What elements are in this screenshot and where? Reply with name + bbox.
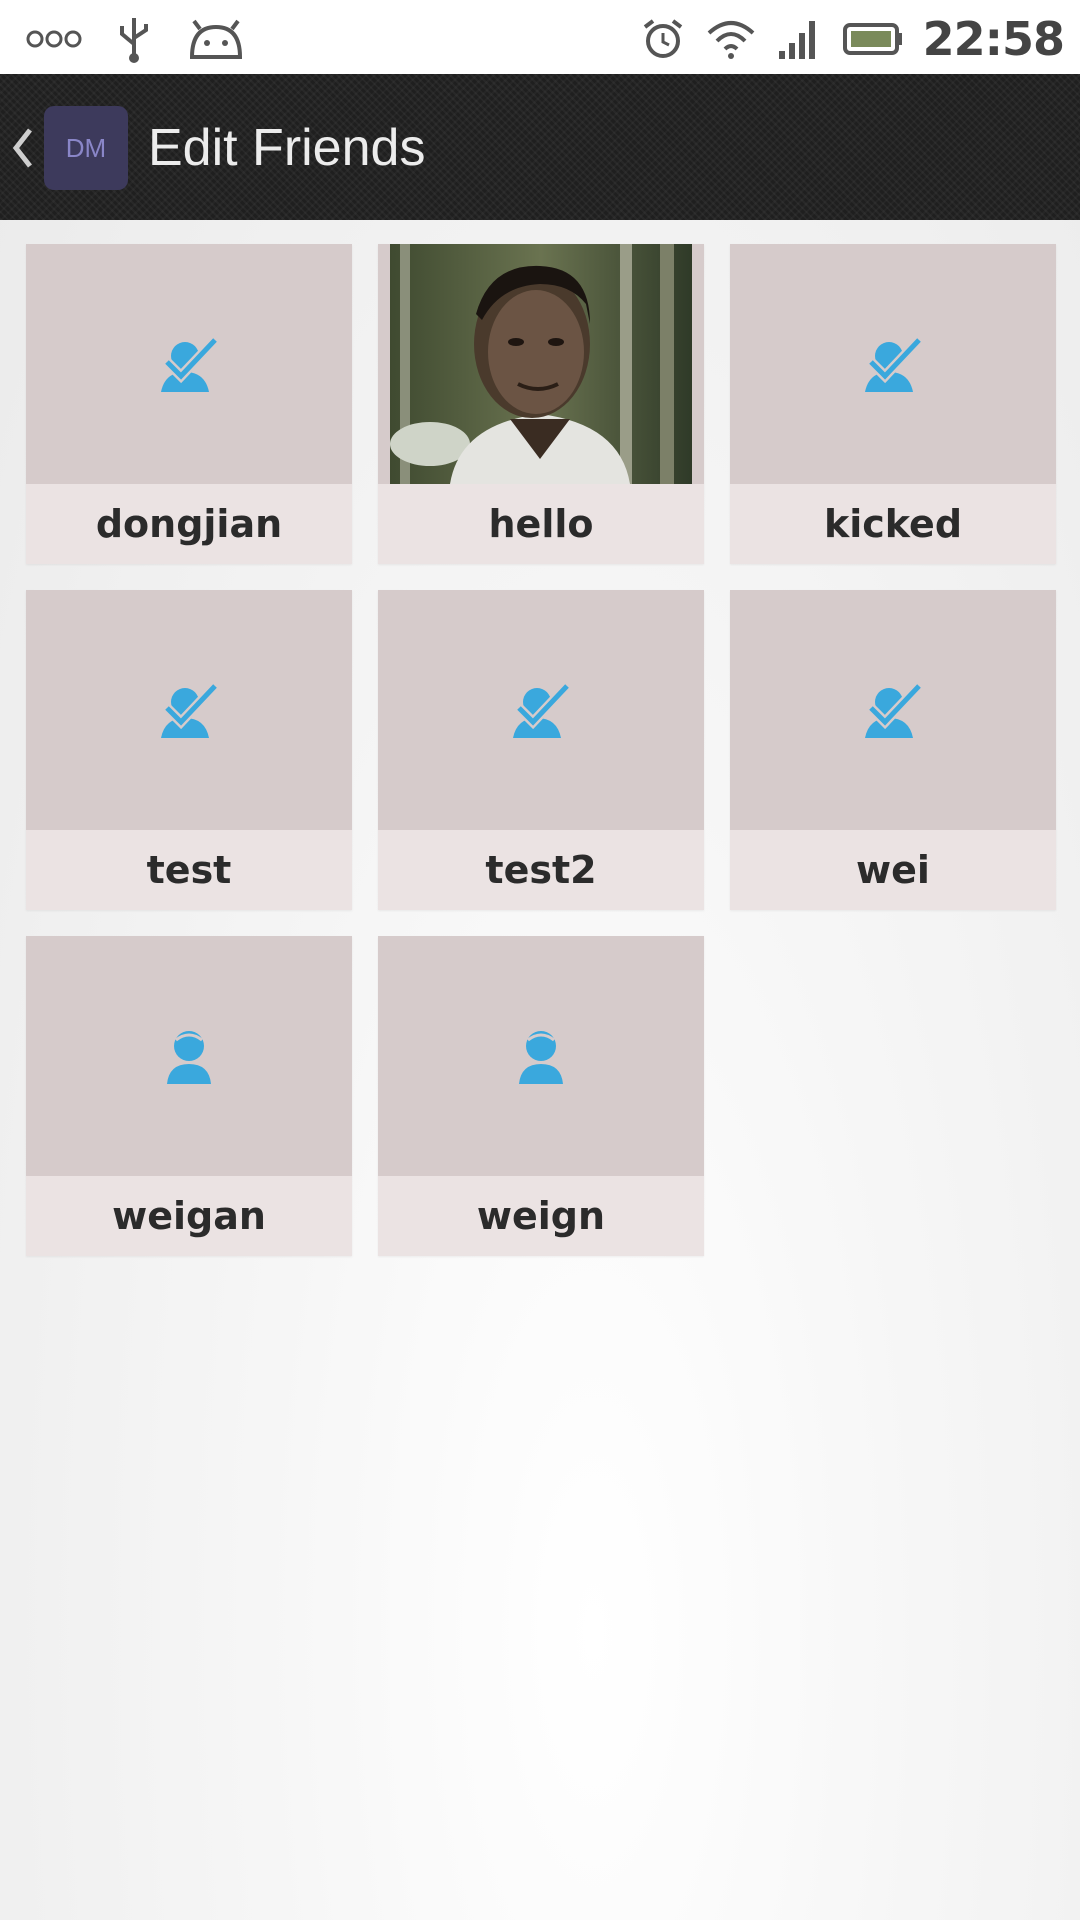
person-icon	[519, 1031, 563, 1084]
wifi-icon	[707, 21, 754, 59]
friend-tile-wei[interactable]: wei	[730, 590, 1056, 910]
person-icon	[167, 1031, 211, 1084]
friend-name: wei	[856, 848, 930, 892]
app-logo[interactable]: DM	[44, 106, 128, 190]
friend-name: weign	[476, 1194, 606, 1238]
friend-tile-weigan[interactable]: weigan	[26, 936, 352, 1256]
friend-tile-test[interactable]: test	[26, 590, 352, 910]
app-logo-text: DM	[65, 132, 107, 163]
friend-tile-hello[interactable]: hello	[378, 244, 704, 564]
friend-name: dongjian	[95, 502, 283, 546]
friend-tile-weign[interactable]: weign	[378, 936, 704, 1256]
checked-person-icon	[865, 336, 923, 392]
status-bar: 22:58	[0, 0, 1080, 74]
overflow-dots-icon	[26, 30, 82, 48]
friend-name: test2	[485, 848, 597, 892]
checked-person-icon	[161, 336, 219, 392]
battery-icon	[842, 23, 902, 55]
page-title: Edit Friends	[148, 119, 426, 177]
usb-icon	[120, 18, 148, 63]
friend-avatar	[26, 936, 352, 1176]
status-clock: 22:58	[922, 12, 1065, 66]
chevron-left-icon[interactable]	[10, 126, 36, 170]
friend-name: test	[146, 848, 232, 892]
status-right-icons: 22:58	[641, 12, 1065, 66]
status-left-icons	[26, 14, 246, 64]
friend-photo	[390, 244, 692, 484]
friend-tile-test2[interactable]: test2	[378, 590, 704, 910]
friend-avatar	[378, 590, 704, 830]
friend-avatar	[730, 244, 1056, 484]
signal-icon	[778, 21, 815, 59]
checked-person-icon	[865, 682, 923, 738]
friend-avatar	[730, 590, 1056, 830]
friend-avatar	[26, 590, 352, 830]
android-icon	[189, 19, 243, 59]
friend-avatar	[26, 244, 352, 484]
friend-name: kicked	[823, 502, 963, 546]
checked-person-icon	[161, 682, 219, 738]
friend-tile-dongjian[interactable]: dongjian	[26, 244, 352, 564]
friend-avatar	[378, 936, 704, 1176]
checked-person-icon	[513, 682, 571, 738]
friend-name: hello	[488, 502, 594, 546]
friend-name: weigan	[112, 1194, 266, 1238]
friend-tile-kicked[interactable]: kicked	[730, 244, 1056, 564]
alarm-icon	[643, 19, 682, 58]
friend-avatar	[378, 244, 704, 484]
friends-grid: dongjian hello kicked test test2 wei wei…	[26, 244, 1056, 1256]
action-bar: DM Edit Friends	[0, 74, 1080, 220]
